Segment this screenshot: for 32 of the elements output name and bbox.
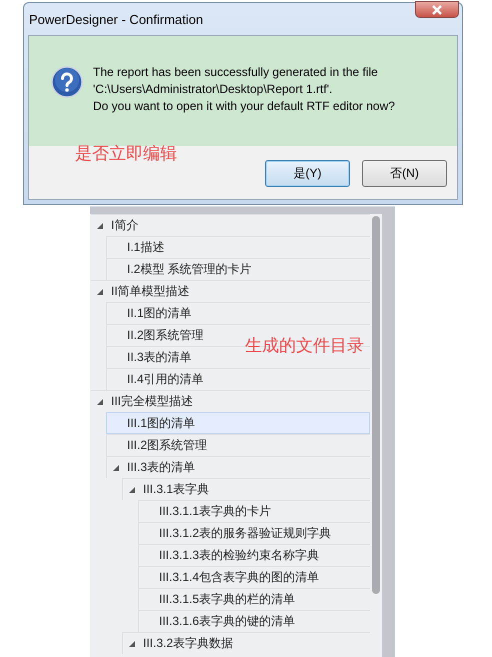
tree-item[interactable]: III.3.1.3表的检验约束名称字典 <box>138 544 370 566</box>
tree-item[interactable]: I简介 <box>90 214 370 236</box>
tree-item[interactable]: I.1描述 <box>106 236 370 258</box>
expanded-arrow-icon[interactable] <box>129 641 135 647</box>
tree-item[interactable]: III.3.1.1表字典的卡片 <box>138 500 370 522</box>
tree-item[interactable]: II.4引用的清单 <box>106 368 370 390</box>
tree-item[interactable]: III.3表的清单 <box>106 456 370 478</box>
tree-item[interactable]: III.3.1表字典 <box>122 478 370 500</box>
tree-item[interactable]: II.1图的清单 <box>106 302 370 324</box>
tree-item[interactable]: III.3.1.6表字典的键的清单 <box>138 610 370 632</box>
expanded-arrow-icon[interactable] <box>97 399 103 405</box>
tree-item[interactable]: III.3.2表字典数据 <box>122 632 370 654</box>
expanded-arrow-icon[interactable] <box>129 487 135 493</box>
tree-item[interactable]: I.2模型 系统管理的卡片 <box>106 258 370 280</box>
expanded-arrow-icon[interactable] <box>97 289 103 295</box>
scrollbar-thumb[interactable] <box>372 216 380 594</box>
tree-item[interactable]: III.3.1.5表字典的栏的清单 <box>138 588 370 610</box>
yes-button[interactable]: 是(Y) <box>265 160 350 187</box>
close-icon <box>431 4 443 14</box>
close-button[interactable] <box>415 1 459 18</box>
expanded-arrow-icon[interactable] <box>113 465 119 471</box>
no-button[interactable]: 否(N) <box>362 160 447 187</box>
expanded-arrow-icon[interactable] <box>97 223 103 229</box>
tree-item[interactable]: III.2图系统管理 <box>106 434 370 456</box>
question-icon <box>51 66 83 98</box>
window-title: PowerDesigner - Confirmation <box>29 12 204 26</box>
message-text: The report has been successfully generated in the file 'C:\Users\Administrator\Desktop\Report 1.rtf'. Do you want to open it with your default RTF editor now? <box>93 64 395 115</box>
annotation-text: 是否立即编辑 <box>75 143 177 165</box>
tree-item[interactable]: III.3.1.4包含表字典的图的清单 <box>138 566 370 588</box>
tree-item[interactable]: III.3.1.2表的服务器验证规则字典 <box>138 522 370 544</box>
tree-item[interactable]: II简单模型描述 <box>90 280 370 302</box>
tree-item[interactable]: III.1图的清单 <box>106 412 370 434</box>
